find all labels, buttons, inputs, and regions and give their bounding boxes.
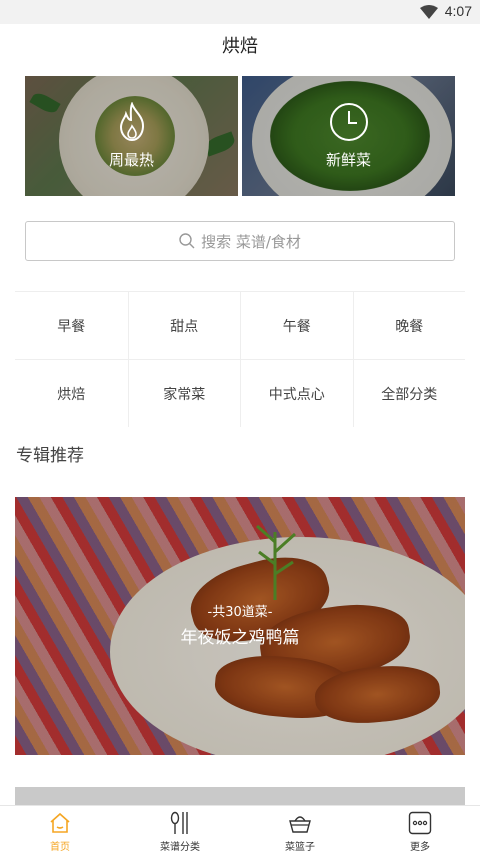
tab-label: 菜篮子 [285, 842, 315, 853]
banner-fresh[interactable]: 新鲜菜 [242, 76, 455, 196]
tab-more[interactable]: 更多 [360, 806, 480, 853]
tab-home[interactable]: 首页 [0, 806, 120, 853]
search-placeholder: 搜索 菜谱/食材 [201, 232, 301, 251]
wifi-icon [420, 5, 438, 19]
basket-icon [288, 811, 312, 835]
category-breakfast[interactable]: 早餐 [15, 292, 128, 359]
utensils-icon [168, 811, 192, 835]
category-dinner[interactable]: 晚餐 [352, 292, 466, 359]
clock-icon [329, 103, 368, 141]
next-album-card[interactable] [15, 787, 465, 805]
album-count: -共30道菜- [207, 605, 273, 620]
tab-basket[interactable]: 菜篮子 [240, 806, 360, 853]
category-all[interactable]: 全部分类 [352, 360, 466, 427]
section-title: 专辑推荐 [16, 446, 84, 466]
banner-label: 周最热 [108, 151, 154, 169]
more-icon [408, 811, 432, 835]
category-baking[interactable]: 烘焙 [15, 360, 128, 427]
category-dessert[interactable]: 甜点 [127, 292, 241, 359]
status-time: 4:07 [444, 3, 472, 19]
bottom-tab-bar: 首页 菜谱分类 菜篮子 更多 [0, 805, 480, 853]
category-home-cooking[interactable]: 家常菜 [127, 360, 241, 427]
tab-label: 首页 [50, 842, 70, 853]
category-grid: 早餐 甜点 午餐 晚餐 烘焙 家常菜 中式点心 全部分类 [15, 291, 466, 427]
status-bar: 4:07 [0, 0, 480, 24]
search-input[interactable]: 搜索 菜谱/食材 [25, 221, 455, 261]
search-icon [179, 233, 195, 249]
tab-label: 更多 [410, 842, 430, 853]
home-icon [49, 811, 71, 835]
banner-label: 新鲜菜 [325, 151, 371, 169]
tab-label: 菜谱分类 [160, 842, 200, 853]
category-row: 早餐 甜点 午餐 晚餐 [15, 292, 465, 359]
album-card[interactable]: -共30道菜- 年夜饭之鸡鸭篇 [15, 497, 465, 755]
category-lunch[interactable]: 午餐 [240, 292, 353, 359]
album-title: 年夜饭之鸡鸭篇 [180, 628, 300, 648]
category-row: 烘焙 家常菜 中式点心 全部分类 [15, 359, 466, 427]
flame-icon [119, 102, 144, 142]
page-title: 烘焙 [222, 36, 258, 57]
tab-recipe-categories[interactable]: 菜谱分类 [120, 806, 240, 853]
banner-weekly-hot[interactable]: 周最热 [25, 76, 238, 196]
category-dim-sum[interactable]: 中式点心 [240, 360, 353, 427]
